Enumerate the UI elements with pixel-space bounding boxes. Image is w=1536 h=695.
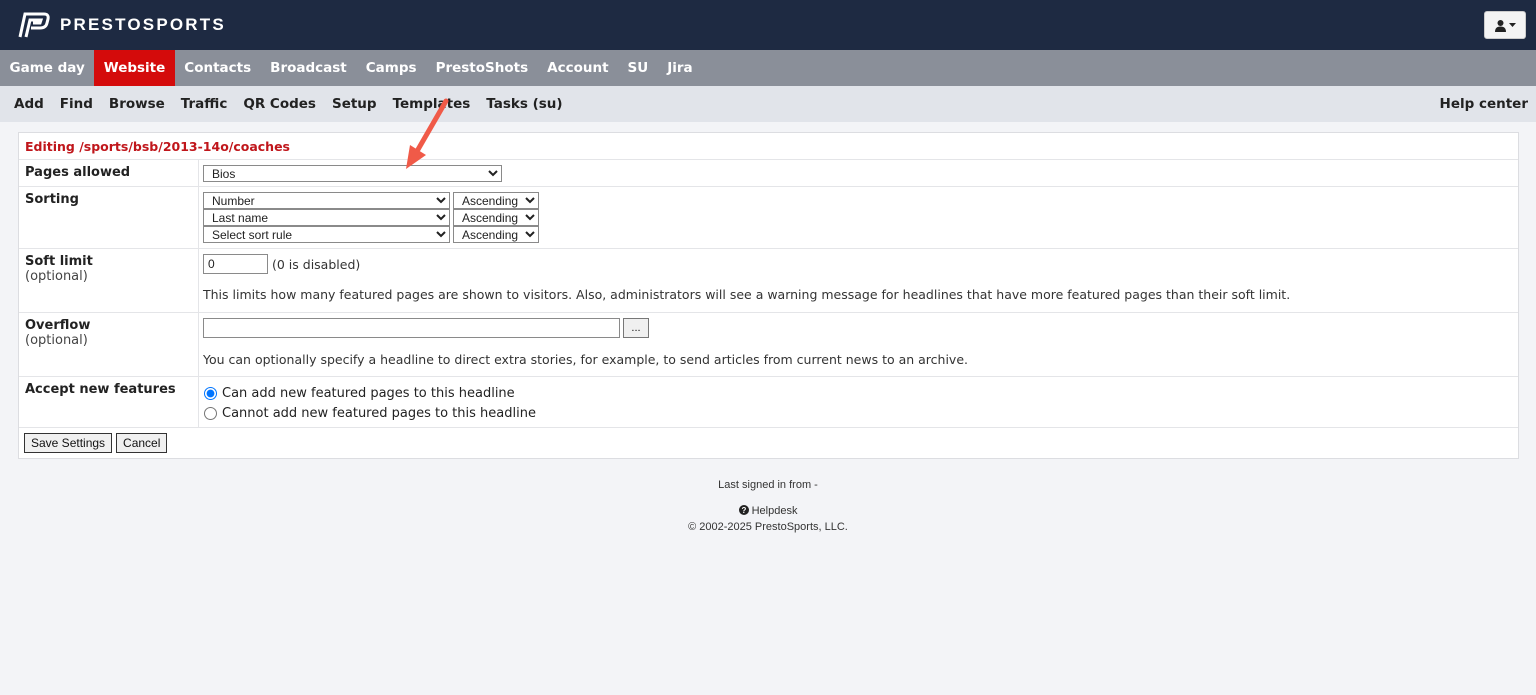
cancel-button[interactable]: Cancel	[116, 433, 168, 453]
helpdesk-label: Helpdesk	[751, 505, 798, 517]
sorting-label: Sorting	[25, 192, 79, 207]
user-icon	[1495, 19, 1506, 32]
helpdesk-link[interactable]: ? Helpdesk	[0, 505, 1536, 517]
subnav-qr-codes[interactable]: QR Codes	[243, 96, 316, 112]
caret-down-icon	[1509, 22, 1516, 27]
nav-camps[interactable]: Camps	[356, 50, 426, 86]
overflow-optional: (optional)	[25, 333, 88, 348]
sort-order-1-select[interactable]: Ascending	[453, 192, 539, 209]
main-nav: Game day Website Contacts Broadcast Camp…	[0, 50, 1536, 86]
top-header: PRESTOSPORTS	[0, 0, 1536, 50]
sorting-row: Sorting Number Ascending Last name Ascen…	[19, 187, 1518, 249]
nav-game-day[interactable]: Game day	[0, 50, 94, 86]
subnav-add[interactable]: Add	[14, 96, 44, 112]
nav-prestoshots[interactable]: PrestoShots	[426, 50, 538, 86]
subnav-find[interactable]: Find	[60, 96, 93, 112]
accept-no-option[interactable]: Cannot add new featured pages to this he…	[203, 403, 1514, 423]
soft-limit-optional: (optional)	[25, 269, 88, 284]
sort-order-2-select[interactable]: Ascending	[453, 209, 539, 226]
overflow-help: You can optionally specify a headline to…	[203, 352, 968, 367]
subnav-setup[interactable]: Setup	[332, 96, 377, 112]
overflow-row: Overflow (optional) ... You can optional…	[19, 313, 1518, 377]
soft-limit-help: This limits how many featured pages are …	[203, 287, 1291, 302]
nav-account[interactable]: Account	[538, 50, 618, 86]
sub-nav: Add Find Browse Traffic QR Codes Setup T…	[0, 86, 1536, 122]
accept-yes-label: Can add new featured pages to this headl…	[222, 385, 515, 401]
accept-yes-option[interactable]: Can add new featured pages to this headl…	[203, 383, 1514, 403]
pages-allowed-select[interactable]: Bios	[203, 165, 502, 182]
subnav-traffic[interactable]: Traffic	[181, 96, 228, 112]
overflow-label: Overflow	[25, 318, 91, 333]
nav-broadcast[interactable]: Broadcast	[261, 50, 357, 86]
nav-jira[interactable]: Jira	[658, 50, 702, 86]
subnav-browse[interactable]: Browse	[109, 96, 165, 112]
sort-rule-2-select[interactable]: Last name	[203, 209, 450, 226]
overflow-input[interactable]	[203, 318, 620, 338]
prestosports-logo-icon	[18, 12, 50, 38]
sort-order-3-select[interactable]: Ascending	[453, 226, 539, 243]
accept-no-radio[interactable]	[204, 406, 217, 420]
pages-allowed-row: Pages allowed Bios	[19, 160, 1518, 187]
panel-title: Editing /sports/bsb/2013-14o/coaches	[19, 133, 1518, 160]
soft-limit-row: Soft limit (optional) (0 is disabled) Th…	[19, 249, 1518, 313]
question-circle-icon: ?	[738, 505, 749, 515]
overflow-browse-button[interactable]: ...	[623, 318, 649, 338]
copyright-text: © 2002-2025 PrestoSports, LLC.	[688, 521, 848, 533]
accept-features-label: Accept new features	[25, 382, 176, 397]
accept-yes-radio[interactable]	[204, 386, 217, 400]
subnav-templates[interactable]: Templates	[393, 96, 471, 112]
accept-no-label: Cannot add new featured pages to this he…	[222, 405, 536, 421]
soft-limit-label: Soft limit	[25, 254, 93, 269]
accept-features-row: Accept new features Can add new featured…	[19, 377, 1518, 428]
last-signed-text: Last signed in from -	[718, 479, 818, 491]
sort-rule-3-select[interactable]: Select sort rule	[203, 226, 450, 243]
nav-su[interactable]: SU	[618, 50, 658, 86]
sort-rule-1: Number Ascending	[203, 192, 1514, 209]
nav-contacts[interactable]: Contacts	[175, 50, 261, 86]
sort-rule-1-select[interactable]: Number	[203, 192, 450, 209]
help-center-link[interactable]: Help center	[1440, 96, 1528, 112]
sort-rule-2: Last name Ascending	[203, 209, 1514, 226]
soft-limit-input[interactable]	[203, 254, 268, 274]
svg-text:?: ?	[741, 506, 746, 515]
user-menu-button[interactable]	[1484, 11, 1526, 39]
soft-limit-note: (0 is disabled)	[272, 256, 361, 272]
subnav-tasks-su[interactable]: Tasks (su)	[486, 96, 562, 112]
save-settings-button[interactable]: Save Settings	[24, 433, 113, 453]
pages-allowed-label: Pages allowed	[25, 165, 131, 180]
brand-name: PRESTOSPORTS	[60, 15, 226, 34]
settings-panel: Editing /sports/bsb/2013-14o/coaches Pag…	[18, 132, 1519, 459]
sort-rule-3: Select sort rule Ascending	[203, 226, 1514, 243]
form-actions: Save Settings Cancel	[19, 428, 1518, 458]
brand[interactable]: PRESTOSPORTS	[14, 11, 226, 39]
nav-website[interactable]: Website	[94, 50, 175, 86]
